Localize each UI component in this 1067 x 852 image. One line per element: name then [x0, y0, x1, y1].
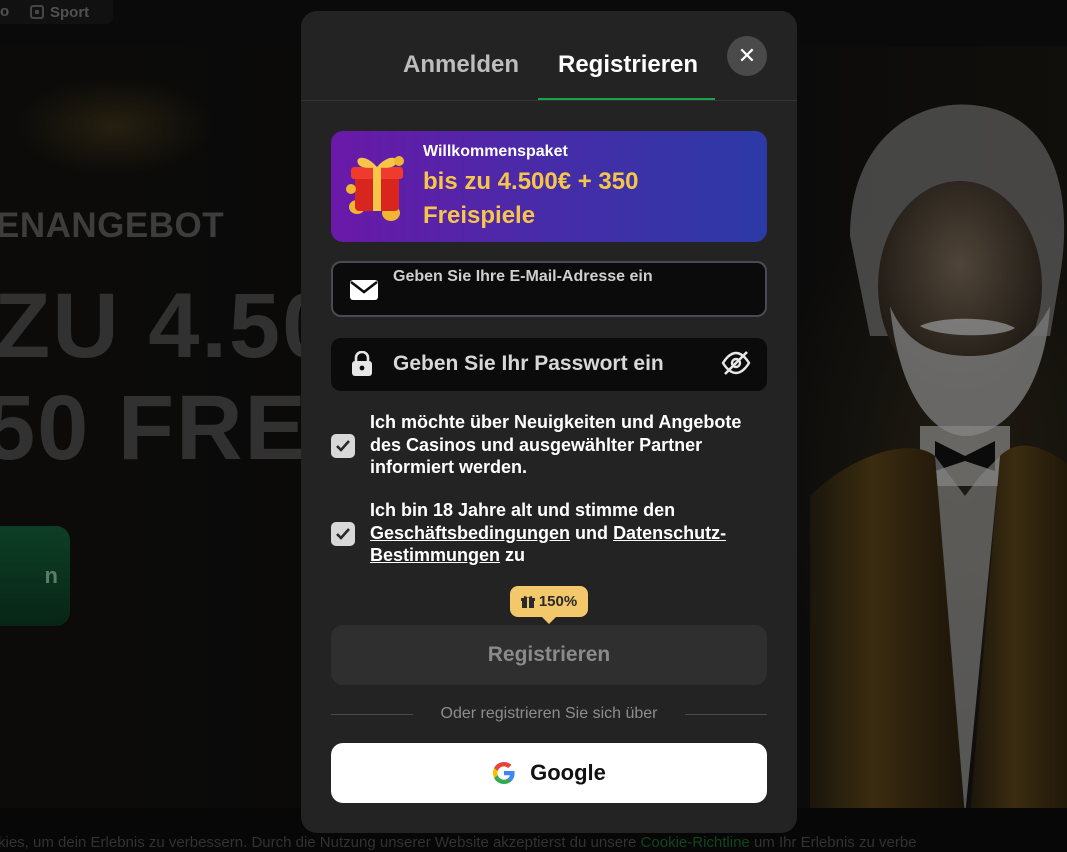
lock-icon [352, 351, 372, 376]
terms-text-before: Ich bin 18 Jahre alt und stimme den [370, 500, 676, 520]
bonus-badge: 150% [510, 586, 588, 624]
active-tab-indicator [538, 98, 715, 100]
auth-tabs: Anmelden Registrieren ✕ [301, 11, 797, 101]
google-button-label: Google [530, 760, 606, 785]
divider-line-right [685, 714, 767, 715]
terms-text-middle: und [575, 522, 609, 543]
social-divider: Oder registrieren Sie sich über [331, 704, 767, 724]
welcome-package-banner: Willkommenspaket bis zu 4.500€ + 350 Fre… [331, 131, 767, 242]
password-input[interactable] [391, 348, 711, 380]
gift-icon [346, 156, 404, 221]
bonus-badge-label: 150% [538, 593, 578, 610]
terms-link[interactable]: Geschäftsbedingungen [370, 523, 570, 543]
google-signup-button[interactable]: Google [331, 743, 767, 803]
registration-modal: Anmelden Registrieren ✕ Willkommenspaket… [301, 11, 797, 833]
google-icon [493, 762, 515, 784]
terms-text-after: zu [505, 545, 526, 565]
checkmark-icon [336, 528, 350, 540]
email-field[interactable] [331, 261, 767, 317]
terms-consent-text: Ich bin 18 Jahre alt und stimme den Gesc… [370, 499, 770, 567]
register-submit-button[interactable]: Registrieren [331, 625, 767, 685]
eye-off-icon[interactable] [721, 350, 751, 376]
gift-icon [520, 595, 535, 608]
terms-checkbox[interactable] [331, 522, 355, 546]
checkmark-icon [336, 440, 350, 452]
password-field[interactable] [331, 338, 767, 391]
envelope-icon [350, 280, 378, 300]
close-button[interactable]: ✕ [727, 36, 767, 76]
close-icon: ✕ [737, 43, 757, 68]
newsletter-consent-text: Ich möchte über Neuigkeiten und Angebote… [370, 412, 742, 477]
tab-register[interactable]: Registrieren [558, 51, 698, 79]
email-input[interactable] [391, 265, 751, 289]
tab-login[interactable]: Anmelden [403, 51, 519, 79]
newsletter-checkbox[interactable] [331, 434, 355, 458]
promo-amount: bis zu 4.500€ + 350 Freispiele [423, 168, 639, 229]
promo-kicker: Willkommenspaket [423, 143, 568, 160]
